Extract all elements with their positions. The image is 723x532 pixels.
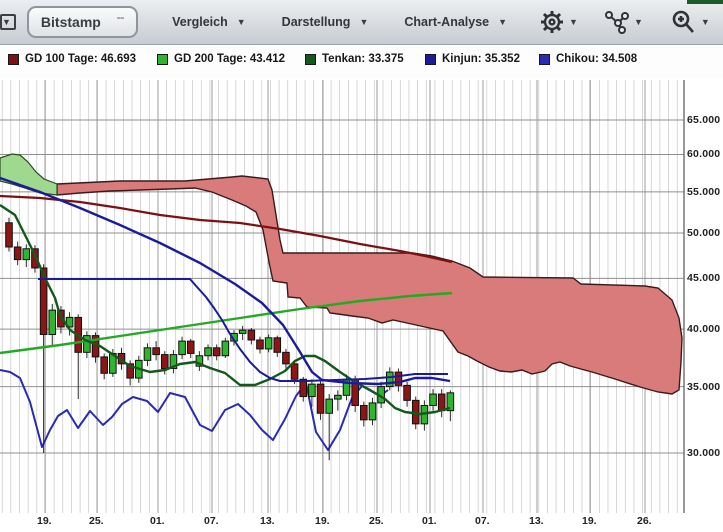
chart-toolbar: ▼ Bitstamp ˉˉ Vergleich ▼ Darstellung ▼ … bbox=[0, 0, 723, 45]
legend-gd100[interactable]: GD 100 Tage: 46.693 bbox=[8, 53, 136, 65]
x-axis-label: 19. bbox=[582, 515, 597, 527]
legend-text: Tenkan: 33.375 bbox=[322, 53, 404, 65]
x-axis-label: 13. bbox=[260, 515, 275, 527]
legend-text: GD 200 Tage: 43.412 bbox=[174, 53, 285, 65]
indicator-legend: GD 100 Tage: 46.693 GD 200 Tage: 43.412 … bbox=[0, 45, 723, 78]
background-window-strip bbox=[687, 0, 723, 4]
symbol-select[interactable]: Bitstamp ˉˉ bbox=[27, 6, 138, 38]
menu-label: Darstellung bbox=[282, 15, 351, 29]
price-chart[interactable]: 65.000 60.000 55.000 50.000 45.000 40.000 35.0… bbox=[0, 78, 723, 532]
menu-label: Vergleich bbox=[172, 15, 228, 29]
x-axis-label: 19. bbox=[315, 515, 330, 527]
legend-kijun[interactable]: Kinjun: 35.352 bbox=[425, 53, 520, 65]
settings-button[interactable]: ▼ bbox=[539, 9, 580, 35]
x-axis-label: 01. bbox=[150, 515, 165, 527]
gear-icon bbox=[539, 9, 565, 35]
chikou-swatch-icon bbox=[539, 54, 550, 65]
candlestick-chart-canvas[interactable] bbox=[0, 78, 723, 532]
symbol-select-value: Bitstamp bbox=[41, 14, 101, 30]
y-axis-label: 50.000 bbox=[687, 227, 720, 239]
menu-chart-analyse[interactable]: Chart-Analyse ▼ bbox=[404, 15, 509, 29]
menu-vergleich[interactable]: Vergleich ▼ bbox=[172, 15, 248, 29]
zoom-in-icon bbox=[669, 8, 697, 36]
zoom-button[interactable]: ▼ bbox=[669, 8, 712, 36]
y-axis-label: 30.000 bbox=[687, 447, 720, 459]
y-axis-label: 65.000 bbox=[687, 114, 720, 126]
indicator-network-icon bbox=[604, 9, 630, 35]
gd100-line bbox=[0, 196, 452, 262]
chevron-down-icon: ▼ bbox=[498, 17, 507, 27]
y-axis-label: 55.000 bbox=[687, 186, 720, 198]
chevron-down-icon: ▼ bbox=[359, 17, 368, 27]
tenkan-swatch-icon bbox=[305, 54, 316, 65]
x-axis-label: 25. bbox=[89, 515, 104, 527]
gd200-swatch-icon bbox=[157, 54, 168, 65]
legend-gd200[interactable]: GD 200 Tage: 43.412 bbox=[157, 53, 285, 65]
x-axis-label: 13. bbox=[529, 515, 544, 527]
legend-text: GD 100 Tage: 46.693 bbox=[25, 53, 136, 65]
x-axis-label: 07. bbox=[204, 515, 219, 527]
y-axis-label: 60.000 bbox=[687, 148, 720, 160]
menu-label: Chart-Analyse bbox=[404, 15, 489, 29]
legend-chikou[interactable]: Chikou: 34.508 bbox=[539, 53, 637, 65]
x-axis-label: 19. bbox=[37, 515, 52, 527]
x-axis-label: 26. bbox=[637, 515, 652, 527]
chevron-down-icon: ▼ bbox=[237, 17, 246, 27]
y-axis-label: 40.000 bbox=[687, 323, 720, 335]
chevron-down-icon: ▼ bbox=[701, 17, 710, 27]
legend-tenkan[interactable]: Tenkan: 33.375 bbox=[305, 53, 404, 65]
chevron-down-icon: ˉˉ bbox=[117, 16, 124, 28]
chevron-down-icon: ▼ bbox=[634, 17, 643, 27]
legend-text: Chikou: 34.508 bbox=[556, 53, 637, 65]
ichimoku-cloud-red bbox=[57, 176, 682, 394]
x-axis-label: 01. bbox=[422, 515, 437, 527]
indicators-button[interactable]: ▼ bbox=[604, 9, 645, 35]
chevron-down-icon: ▼ bbox=[569, 17, 578, 27]
y-axis-label: 45.000 bbox=[687, 272, 720, 284]
gd100-swatch-icon bbox=[8, 54, 19, 65]
x-axis-label: 07. bbox=[475, 515, 490, 527]
menu-darstellung[interactable]: Darstellung ▼ bbox=[282, 15, 371, 29]
legend-text: Kinjun: 35.352 bbox=[442, 53, 520, 65]
y-axis-label: 35.000 bbox=[687, 381, 720, 393]
kijun-swatch-icon bbox=[425, 54, 436, 65]
x-axis-label: 25. bbox=[369, 515, 384, 527]
